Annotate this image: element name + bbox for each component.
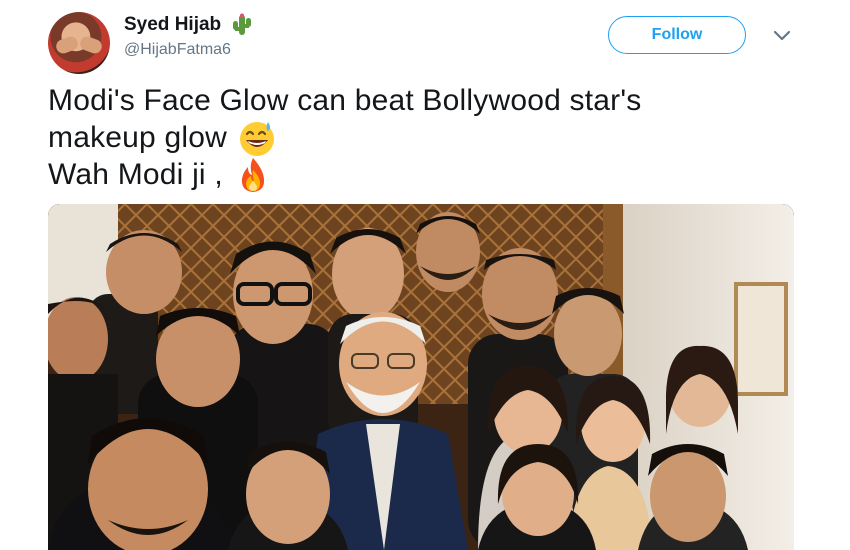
avatar-hand xyxy=(54,34,80,56)
cactus-icon xyxy=(233,13,252,35)
chevron-down-icon[interactable] xyxy=(773,30,791,42)
user-handle[interactable]: @HijabFatma6 xyxy=(124,41,231,59)
author-name-row[interactable]: Syed Hijab xyxy=(124,12,255,38)
display-name[interactable]: Syed Hijab xyxy=(124,14,221,36)
tweet-photo[interactable] xyxy=(48,204,794,550)
tweet-line-2: makeup glow xyxy=(48,119,828,156)
avatar-hand xyxy=(78,34,104,56)
tweet-line-1: Modi's Face Glow can beat Bollywood star… xyxy=(48,82,828,119)
tweet-line-text: makeup glow xyxy=(48,121,227,154)
tweet-text: Modi's Face Glow can beat Bollywood star… xyxy=(48,82,828,193)
group-selfie-photo xyxy=(48,204,794,550)
avatar[interactable] xyxy=(48,12,110,74)
grinning-sweat-emoji xyxy=(239,121,274,156)
follow-button[interactable]: Follow xyxy=(608,16,746,54)
tweet-line-3: Wah Modi ji , xyxy=(48,156,828,193)
tweet-line-text: Modi's Face Glow can beat Bollywood star… xyxy=(48,84,642,117)
tweet-line-text: Wah Modi ji , xyxy=(48,158,223,191)
fire-emoji xyxy=(241,157,264,192)
